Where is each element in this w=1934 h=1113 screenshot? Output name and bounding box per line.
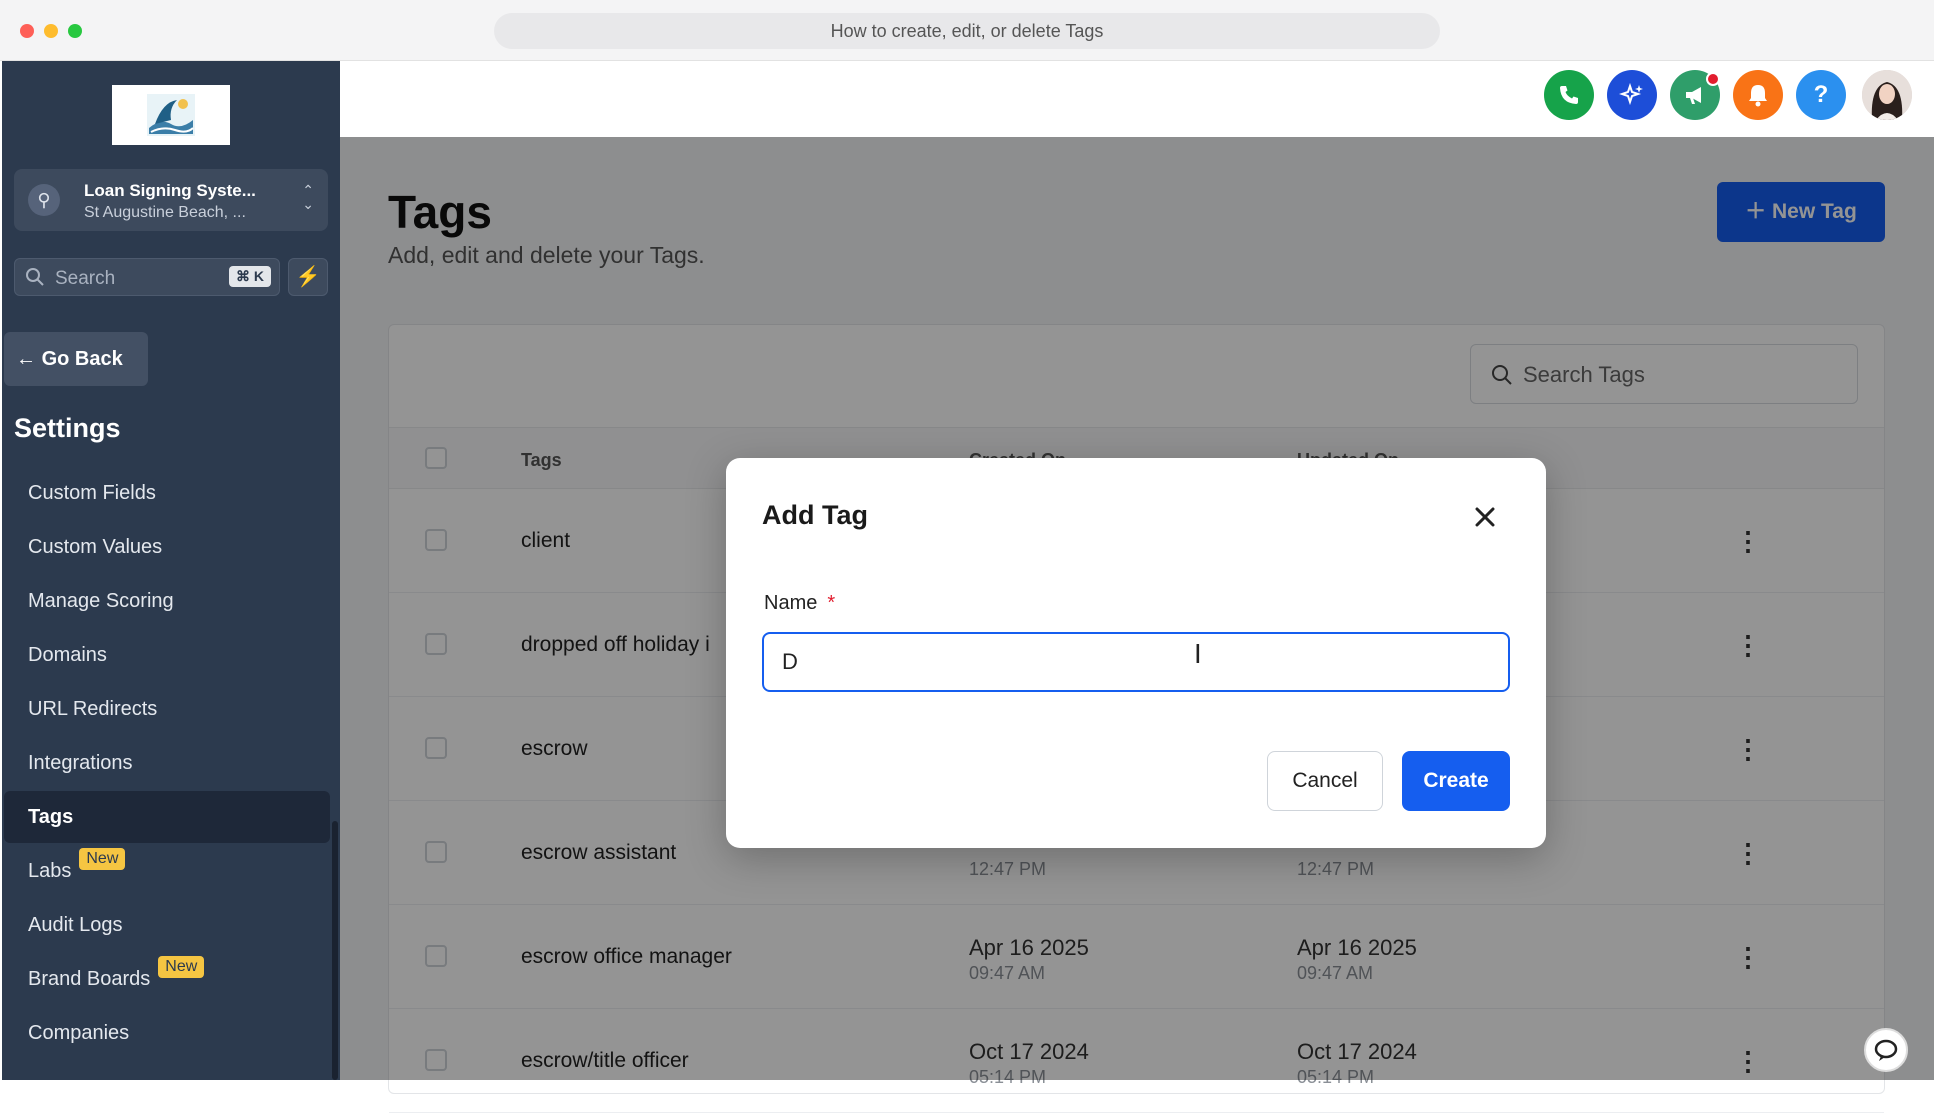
location-pin-icon: ⚲ [28,184,60,216]
chat-widget-button[interactable] [1864,1028,1908,1072]
sidebar-item-label: Tags [28,806,74,828]
sidebar-item-label: Objects [28,449,96,450]
close-window-dot[interactable] [20,24,34,38]
sidebar-item-tags[interactable]: Tags [4,791,330,843]
avatar[interactable] [1862,70,1912,120]
account-switcher[interactable]: ⚲ Loan Signing Syste... St Augustine Bea… [14,169,328,231]
account-location: St Augustine Beach, ... [84,204,246,221]
app-window: How to create, edit, or delete Tags ⚲ Lo… [0,0,1934,1113]
sidebar-item-integrations[interactable]: Integrations [4,737,330,789]
name-field-label: Name * [764,592,835,615]
sidebar-item-label: URL Redirects [28,698,158,720]
company-logo [112,85,230,145]
sidebar-item-custom-fields[interactable]: Custom Fields [4,467,330,519]
settings-nav: Objects Custom Fields Custom Values Manage … [2,449,332,1080]
window-chrome: How to create, edit, or delete Tags [0,0,1934,61]
new-badge: New [158,956,205,978]
sidebar-item-label: Audit Logs [28,914,123,936]
name-label-text: Name [764,592,818,614]
sidebar-item-companies[interactable]: Companies [4,1007,330,1059]
sidebar-item-label: Domains [28,644,107,666]
account-name: Loan Signing Syste... [84,181,256,200]
maximize-window-dot[interactable] [68,24,82,38]
notification-dot [1706,72,1720,86]
search-icon [26,268,44,286]
sidebar-item-label: Companies [28,1022,130,1044]
chat-icon [1874,1039,1898,1061]
search-shortcut: ⌘ K [229,266,271,287]
top-header: ? [340,61,1934,137]
sidebar-item-audit-logs[interactable]: Audit Logs [4,899,330,951]
tag-name-input[interactable] [762,632,1510,692]
text-cursor-icon: I [1194,640,1202,670]
ai-sparkle-icon [1619,82,1643,106]
sidebar-scrollbar[interactable] [332,821,338,1080]
close-icon[interactable] [1470,502,1500,532]
sidebar-item-label: Manage Scoring [28,590,174,612]
lightning-icon[interactable]: ⚡ [288,258,328,296]
new-badge: New [79,848,126,870]
user-avatar-image [1862,70,1912,120]
notifications-button[interactable] [1733,70,1783,120]
minimize-window-dot[interactable] [44,24,58,38]
required-mark: * [827,592,836,614]
sidebar-item-custom-values[interactable]: Custom Values [4,521,330,573]
logo-image [147,94,195,136]
sidebar-item-brand-boards[interactable]: Brand Boards New [4,953,330,1005]
sidebar-item-label: Custom Fields [28,482,156,504]
sidebar-item-domains[interactable]: Domains [4,629,330,681]
sidebar-item-label: Custom Values [28,536,163,558]
help-icon[interactable]: ? [1796,70,1846,120]
cancel-button[interactable]: Cancel [1267,751,1383,811]
sidebar-item-label: Integrations [28,752,133,774]
ai-assistant-button[interactable] [1607,70,1657,120]
phone-button[interactable] [1544,70,1594,120]
window-title: How to create, edit, or delete Tags [494,13,1440,49]
sidebar-item-manage-scoring[interactable]: Manage Scoring [4,575,330,627]
go-back-label: Go Back [41,348,123,370]
megaphone-icon [1686,87,1701,104]
bell-icon [1749,85,1767,107]
search-placeholder: Search [55,268,116,289]
sidebar-item-url-redirects[interactable]: URL Redirects [4,683,330,735]
sidebar-item-labs[interactable]: Labs New [4,845,330,897]
sidebar-search[interactable]: Search ⌘ K [14,258,280,296]
sidebar-item-label: Labs [28,860,72,882]
add-tag-dialog: Add Tag Name * Cancel Create [726,458,1546,848]
create-button[interactable]: Create [1402,751,1510,811]
go-back-button[interactable]: ← Go Back [4,332,148,386]
dialog-title: Add Tag [762,500,868,530]
sidebar: ⚲ Loan Signing Syste... St Augustine Bea… [2,61,340,1080]
phone-icon [1560,86,1578,104]
chevron-updown-icon: ⌃ ⌄ [302,182,314,212]
sidebar-item-objects[interactable]: Objects [4,449,330,465]
sidebar-item-label: Brand Boards [28,968,151,990]
arrow-left-icon: ← [16,348,36,370]
settings-heading: Settings [14,413,121,443]
